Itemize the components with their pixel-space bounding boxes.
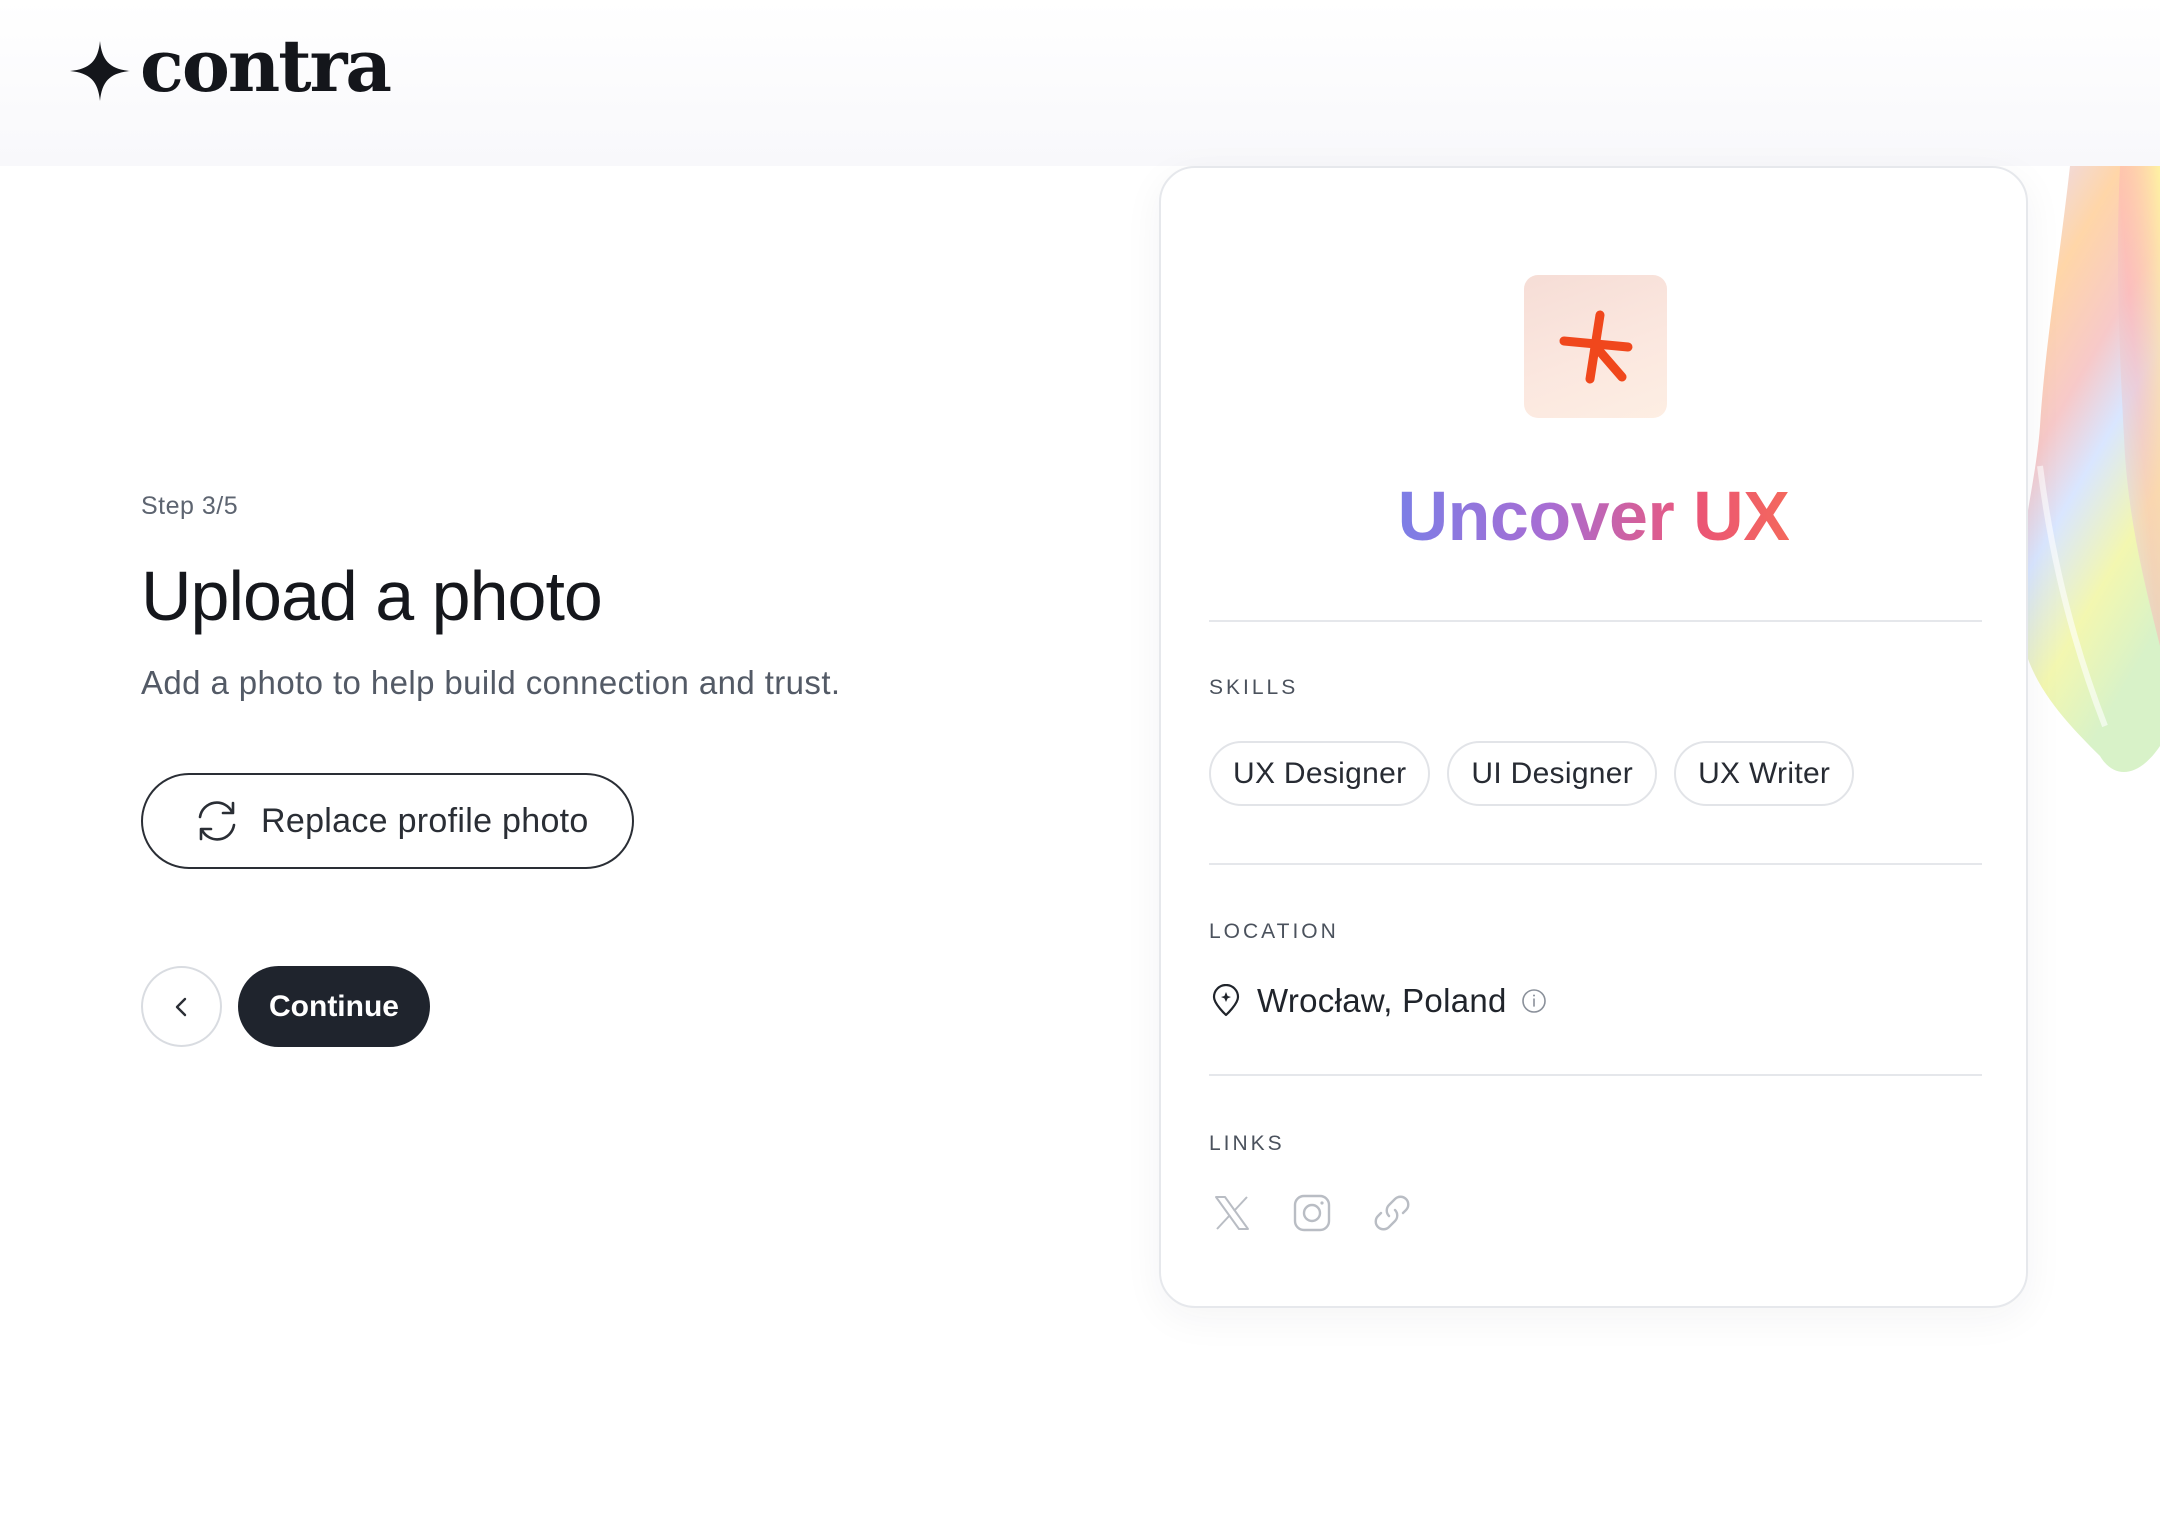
location-pin-icon	[1209, 984, 1243, 1018]
continue-button[interactable]: Continue	[238, 966, 430, 1047]
sparkle-star-icon	[70, 41, 130, 101]
location-label: LOCATION	[1209, 920, 1339, 943]
skill-chip: UX Designer	[1209, 741, 1431, 806]
profile-name-second: UX	[1693, 477, 1790, 555]
page-subtitle: Add a photo to help build connection and…	[141, 664, 841, 701]
profile-preview-card: Uncover UX SKILLS UX Designer UI Designe…	[1159, 166, 2028, 1308]
contra-logo[interactable]: contra	[70, 30, 392, 102]
skill-chip: UI Designer	[1447, 741, 1658, 806]
links-label: LINKS	[1209, 1132, 1285, 1155]
brand-name: contra	[140, 23, 392, 108]
step-indicator: Step 3/5	[141, 492, 239, 520]
skills-label: SKILLS	[1209, 676, 1299, 699]
info-icon[interactable]	[1521, 988, 1547, 1014]
links-list	[1209, 1190, 1415, 1236]
link-icon[interactable]	[1369, 1190, 1415, 1236]
profile-name: Uncover UX	[1161, 474, 2026, 558]
profile-avatar	[1524, 275, 1667, 418]
location-row: Wrocław, Poland	[1209, 982, 1547, 1020]
x-twitter-icon[interactable]	[1209, 1190, 1255, 1236]
divider	[1209, 620, 1982, 622]
skills-list: UX Designer UI Designer UX Writer	[1209, 741, 1855, 806]
instagram-icon[interactable]	[1289, 1190, 1335, 1236]
location-value: Wrocław, Poland	[1257, 982, 1507, 1019]
page-title: Upload a photo	[141, 557, 603, 635]
refresh-icon	[198, 801, 236, 841]
divider	[1209, 863, 1982, 865]
back-button[interactable]	[141, 966, 222, 1047]
top-bar: contra	[0, 0, 2160, 166]
replace-profile-photo-label: Replace profile photo	[261, 801, 589, 840]
chevron-left-icon	[175, 997, 186, 1016]
profile-name-first: Uncover	[1397, 477, 1675, 555]
divider	[1209, 1074, 1982, 1076]
skill-chip: UX Writer	[1674, 741, 1855, 806]
replace-profile-photo-button[interactable]: Replace profile photo	[141, 773, 634, 869]
asterisk-logo-icon	[1559, 310, 1632, 383]
decorative-iridescent-shape	[2010, 166, 2160, 786]
